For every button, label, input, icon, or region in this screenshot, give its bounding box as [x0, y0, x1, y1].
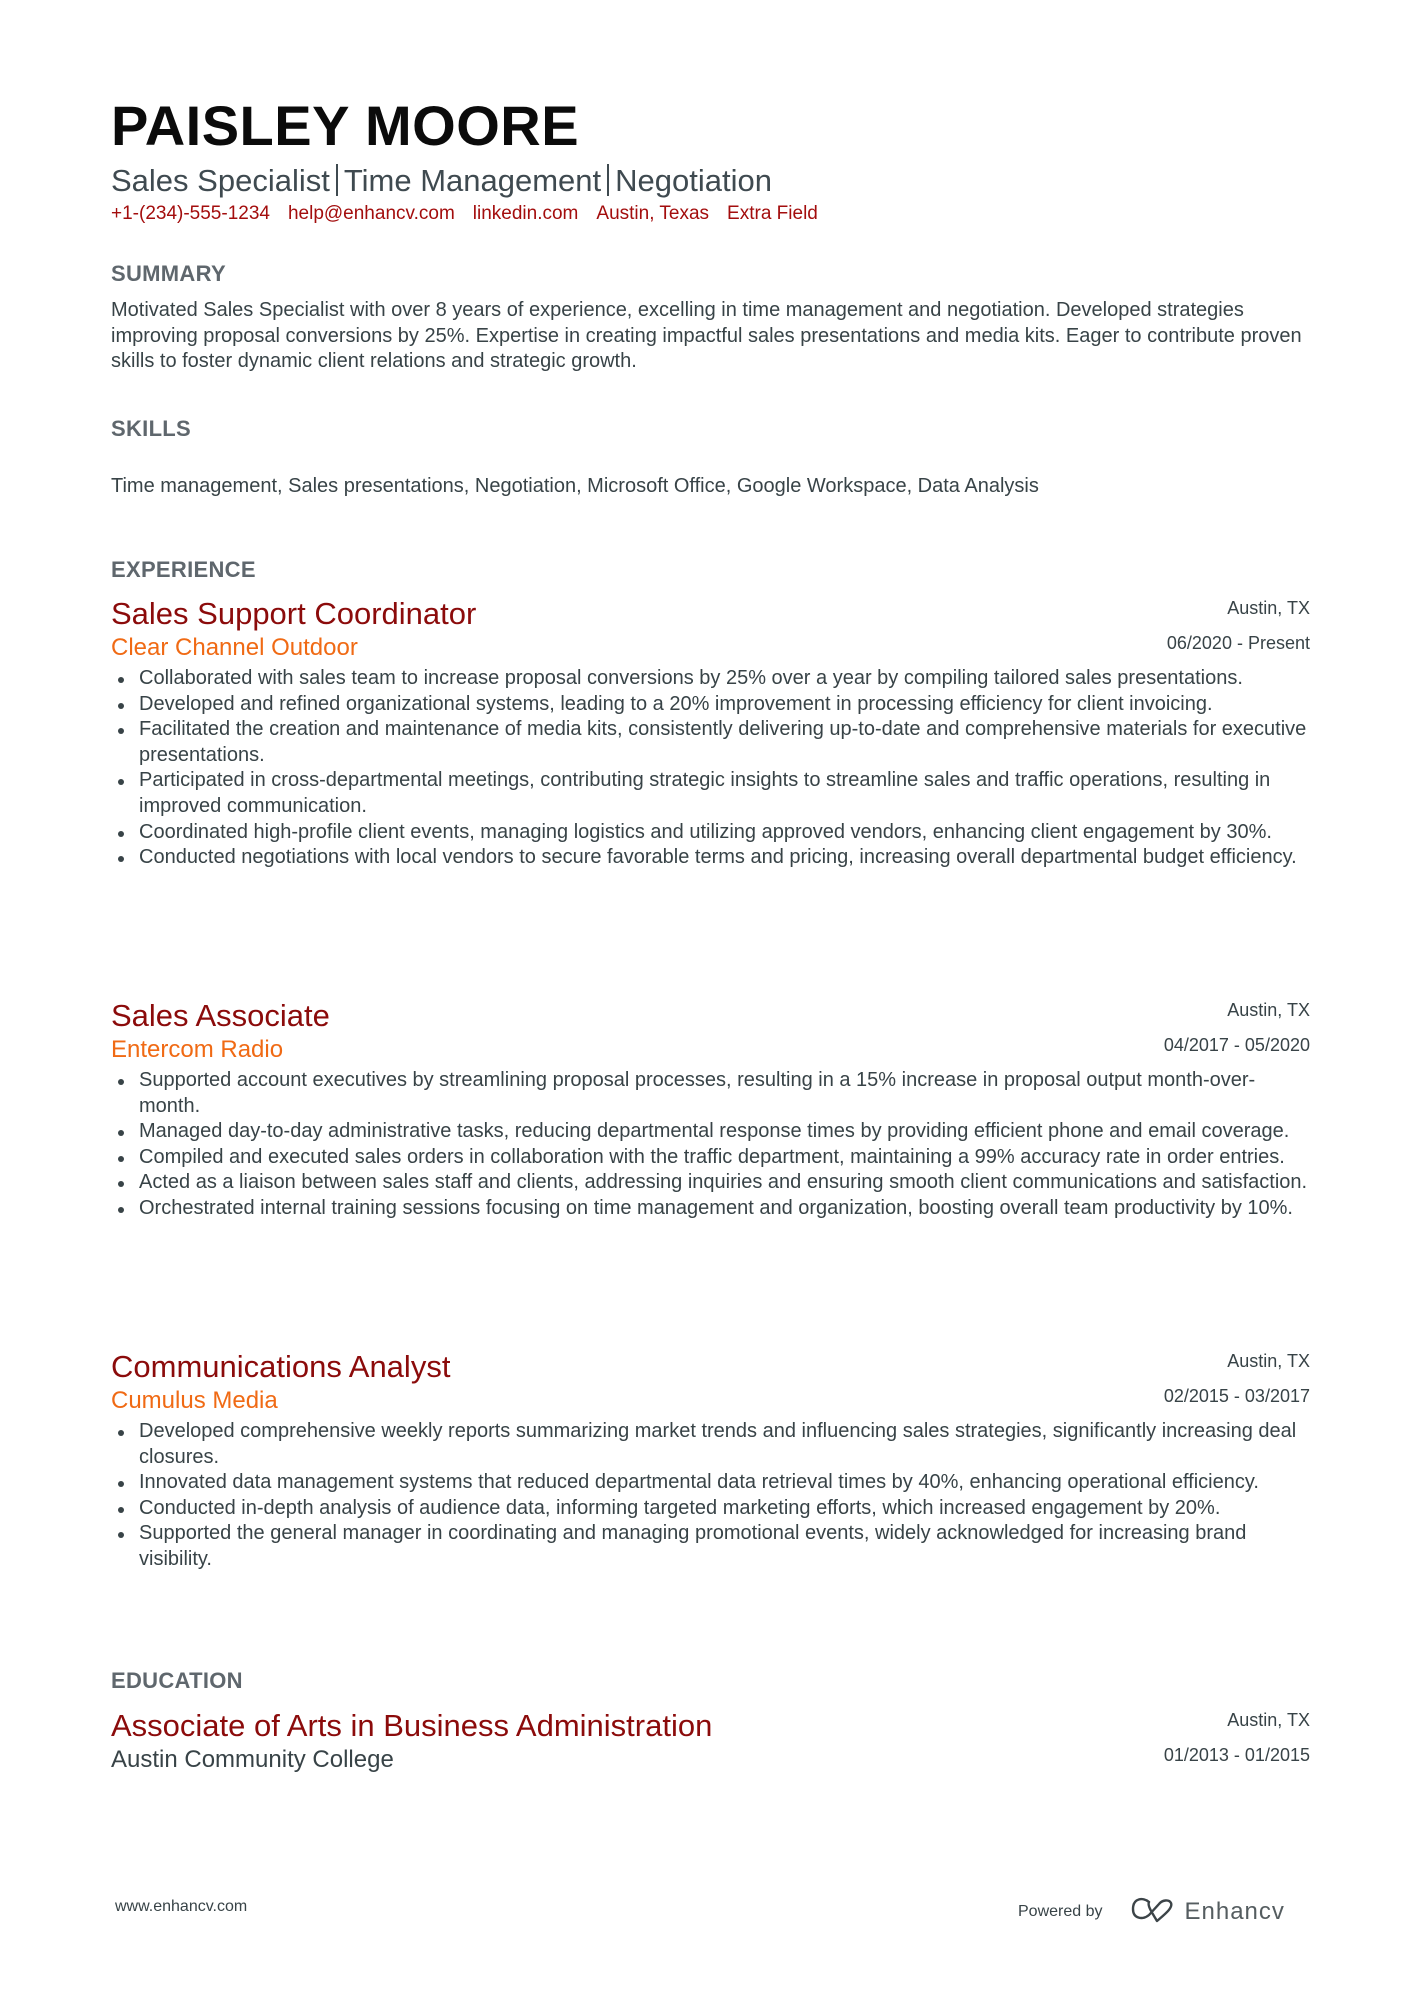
- powered-by-badge[interactable]: Powered by Enhancv: [1018, 1894, 1285, 1929]
- job-bullets: Developed comprehensive weekly reports s…: [111, 1419, 1310, 1573]
- job-dates: 04/2017 - 05/2020: [1163, 1035, 1310, 1055]
- section-title-experience: EXPERIENCE: [111, 557, 256, 582]
- bullet-item: Developed comprehensive weekly reports s…: [118, 1419, 1309, 1470]
- job-dates: 02/2015 - 03/2017: [1163, 1386, 1310, 1406]
- skills-text: Time management, Sales presentations, Ne…: [111, 475, 1039, 497]
- bullet-item: Compiled and executed sales orders in co…: [118, 1145, 1309, 1171]
- contact-info: +1-(234)-555-1234 help@enhancv.com linkedi…: [111, 202, 836, 226]
- bullet-item: Managed day-to-day administrative tasks,…: [118, 1119, 1309, 1145]
- education-location: Austin, TX: [1227, 1710, 1310, 1730]
- section-title-skills: SKILLS: [111, 416, 192, 441]
- bullet-item: Supported the general manager in coordin…: [118, 1521, 1309, 1572]
- education-dates: 01/2013 - 01/2015: [1163, 1745, 1310, 1765]
- enhancv-logo-icon: [1129, 1894, 1177, 1929]
- bullet-item: Conducted in-depth analysis of audience …: [118, 1496, 1309, 1522]
- job-dates: 06/2020 - Present: [1166, 633, 1310, 653]
- contact-extra-field: Extra Field: [727, 203, 818, 224]
- bullet-item: Conducted negotiations with local vendor…: [118, 845, 1309, 871]
- job-location: Austin, TX: [1227, 1351, 1310, 1371]
- degree-title: Associate of Arts in Business Administra…: [111, 1708, 713, 1743]
- headline-item: Negotiation: [615, 163, 772, 198]
- experience-entry: Sales Support Coordinator Clear Channel …: [111, 595, 1310, 871]
- bullet-item: Innovated data management systems that r…: [118, 1470, 1309, 1496]
- candidate-name: PAISLEY MOORE: [111, 94, 580, 157]
- experience-entry: Communications Analyst Cumulus Media Aus…: [111, 1348, 1310, 1573]
- contact-location: Austin, Texas: [596, 203, 710, 224]
- section-title-education: EDUCATION: [111, 1668, 243, 1693]
- job-bullets: Supported account executives by streamli…: [111, 1068, 1310, 1222]
- headline: Sales Specialist Time Management Negotiati…: [111, 162, 772, 200]
- contact-linkedin[interactable]: linkedin.com: [473, 203, 579, 224]
- job-location: Austin, TX: [1227, 598, 1310, 618]
- summary-text: Motivated Sales Specialist with over 8 y…: [111, 299, 1302, 373]
- job-location: Austin, TX: [1227, 1000, 1310, 1020]
- job-bullets: Collaborated with sales team to increase…: [111, 666, 1310, 871]
- powered-by-label: Powered by: [1018, 1902, 1103, 1920]
- company-name: Cumulus Media: [111, 1387, 278, 1414]
- bullet-item: Facilitated the creation and maintenance…: [118, 717, 1309, 768]
- headline-item: Sales Specialist: [111, 163, 330, 198]
- section-title-summary: SUMMARY: [111, 261, 226, 286]
- bullet-item: Collaborated with sales team to increase…: [118, 666, 1309, 692]
- experience-entry: Sales Associate Entercom Radio Austin, T…: [111, 997, 1310, 1222]
- bullet-item: Orchestrated internal training sessions …: [118, 1196, 1309, 1222]
- headline-item: Time Management: [343, 163, 602, 198]
- company-name: Clear Channel Outdoor: [111, 634, 358, 661]
- contact-email[interactable]: help@enhancv.com: [288, 203, 455, 224]
- bullet-item: Supported account executives by streamli…: [118, 1068, 1309, 1119]
- education-entry: Associate of Arts in Business Administra…: [111, 1707, 1310, 1775]
- company-name: Entercom Radio: [111, 1036, 284, 1063]
- job-title: Sales Associate: [111, 998, 330, 1033]
- footer-website-link[interactable]: www.enhancv.com: [115, 1898, 247, 1916]
- bullet-item: Participated in cross-departmental meeti…: [118, 768, 1309, 819]
- headline-divider: [335, 164, 338, 196]
- enhancv-brand-name: Enhancv: [1184, 1897, 1285, 1925]
- contact-phone[interactable]: +1-(234)-555-1234: [111, 203, 270, 224]
- bullet-item: Developed and refined organizational sys…: [118, 692, 1309, 718]
- job-title: Sales Support Coordinator: [111, 596, 477, 631]
- bullet-item: Acted as a liaison between sales staff a…: [118, 1170, 1309, 1196]
- school-name: Austin Community College: [111, 1746, 394, 1773]
- bullet-item: Coordinated high-profile client events, …: [118, 820, 1309, 846]
- job-title: Communications Analyst: [111, 1349, 451, 1384]
- headline-divider: [607, 164, 610, 196]
